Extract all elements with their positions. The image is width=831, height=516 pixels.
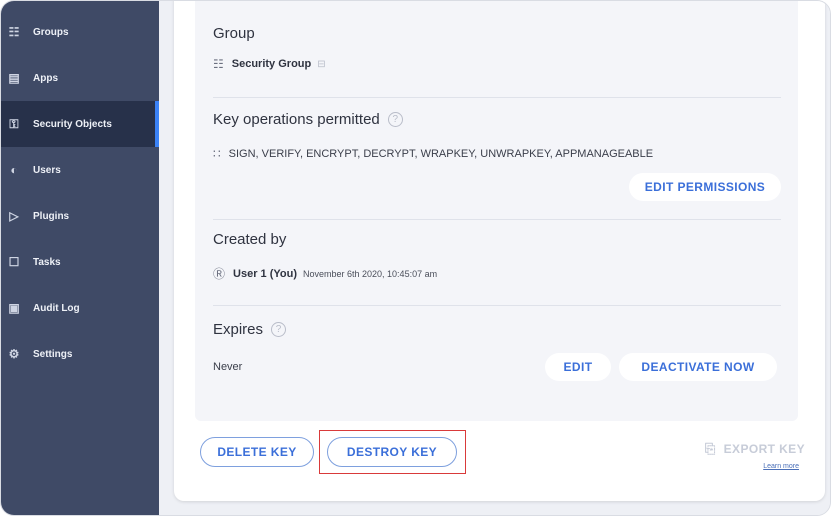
group-title: Group [213,25,255,42]
operations-grid-icon: ∷ [213,147,221,161]
sidebar-item-label: Tasks [33,256,61,268]
expires-value: Never [213,361,243,373]
edit-permissions-button[interactable]: EDIT PERMISSIONS [629,173,781,201]
sidebar-item-label: Plugins [33,210,70,222]
sidebar: ☷ Groups ▤ Apps ⚿ Security Objects ◐ Use… [1,1,159,515]
export-icon: ⎘ [704,441,716,456]
key-operations-title-text: Key operations permitted [213,111,380,128]
sidebar-item-plugins[interactable]: ▷ Plugins [1,193,159,239]
security-objects-icon: ⚿ [9,117,19,131]
sidebar-item-label: Groups [33,26,69,38]
sidebar-item-security-objects[interactable]: ⚿ Security Objects [1,101,159,147]
plugins-icon: ▷ [9,209,19,223]
sidebar-item-groups[interactable]: ☷ Groups [1,9,159,55]
key-details-card: Group ☷ Security Group ⊟ Key operations … [174,1,825,501]
key-operations-row: ∷ SIGN, VERIFY, ENCRYPT, DECRYPT, WRAPKE… [213,147,653,161]
key-details-panel: Group ☷ Security Group ⊟ Key operations … [195,1,798,421]
sidebar-item-apps[interactable]: ▤ Apps [1,55,159,101]
groups-icon: ☷ [8,25,20,39]
sidebar-item-label: Users [33,164,61,176]
divider [213,305,781,306]
expires-title-text: Expires [213,321,264,338]
sidebar-item-label: Apps [33,72,58,84]
deactivate-now-button[interactable]: DEACTIVATE NOW [619,353,777,381]
settings-icon: ⚙ [8,347,20,361]
group-row: ☷ Security Group ⊟ [213,57,334,71]
created-timestamp: November 6th 2020, 10:45:07 am [303,268,438,279]
key-operations-title: Key operations permitted ? [213,111,403,128]
sidebar-item-label: Audit Log [33,302,80,314]
destroy-key-highlight [319,430,466,474]
sidebar-item-tasks[interactable]: ☐ Tasks [1,239,159,285]
users-icon: ◐ [10,163,18,177]
sidebar-item-audit-log[interactable]: ▣ Audit Log [1,285,159,331]
audit-log-icon: ▣ [8,301,20,315]
divider [213,97,781,98]
created-by-user[interactable]: User 1 (You) [233,268,297,280]
help-icon[interactable]: ? [271,322,287,337]
tasks-icon: ☐ [8,255,20,269]
export-key-button[interactable]: ⎘ EXPORT KEY [705,441,805,457]
sidebar-item-label: Security Objects [33,118,112,130]
sidebar-item-settings[interactable]: ⚙ Settings [1,331,159,377]
help-icon[interactable]: ? [387,112,403,127]
edit-expiry-button[interactable]: EDIT [545,353,611,381]
group-name[interactable]: Security Group [232,58,311,70]
user-group-icon: ⊟ [317,58,326,70]
created-by-row: Ⓡ User 1 (You) November 6th 2020, 10:45:… [213,265,437,282]
divider [213,219,781,220]
key-operations-list: SIGN, VERIFY, ENCRYPT, DECRYPT, WRAPKEY,… [228,148,654,160]
delete-key-button[interactable]: DELETE KEY [200,437,314,467]
user-icon: Ⓡ [213,267,226,281]
export-key-label: EXPORT KEY [723,442,805,456]
learn-more-link[interactable]: Learn more [763,463,799,470]
created-by-title: Created by [213,231,287,248]
app-window: ☷ Groups ▤ Apps ⚿ Security Objects ◐ Use… [0,0,831,516]
sidebar-item-label: Settings [33,348,73,360]
sidebar-item-users[interactable]: ◐ Users [1,147,159,193]
main-content: Group ☷ Security Group ⊟ Key operations … [159,1,830,515]
apps-icon: ▤ [8,71,20,85]
expires-title: Expires ? [213,321,287,338]
group-icon: ☷ [213,57,224,71]
